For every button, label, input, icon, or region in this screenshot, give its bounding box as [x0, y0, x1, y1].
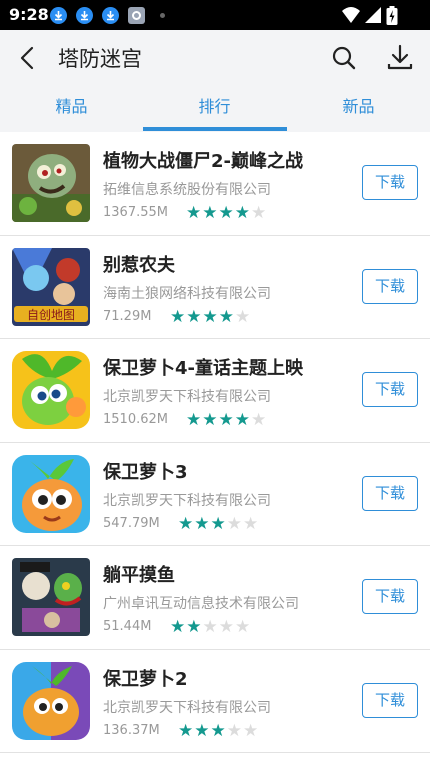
- download-icon: [387, 44, 413, 70]
- rating-stars: ★★★★★: [178, 720, 259, 741]
- star-empty-icon: ★: [243, 513, 259, 534]
- app-developer: 海南土狼网络科技有限公司: [103, 285, 271, 302]
- app-list-item[interactable]: 植物大战僵尸2-巅峰之战 拓维信息系统股份有限公司 1367.55M ★★★★★…: [0, 132, 430, 236]
- download-button[interactable]: 下载: [362, 475, 418, 511]
- star-empty-icon: ★: [202, 617, 218, 637]
- app-icon-bierenongfu: 自创地图: [12, 247, 90, 326]
- download-notification-icon: [76, 7, 93, 24]
- search-icon: [332, 46, 356, 70]
- app-size: 1510.62M: [103, 412, 168, 427]
- app-developer: 广州卓讯互动信息技术有限公司: [103, 596, 299, 612]
- star-filled-icon: ★: [186, 617, 202, 637]
- app-list-item[interactable]: 躺平摸鱼 广州卓讯互动信息技术有限公司 51.44M ★★★★★ 下载: [0, 546, 430, 650]
- star-filled-icon: ★: [186, 203, 202, 223]
- download-manager-button[interactable]: [384, 42, 416, 74]
- status-bar: 9:28: [0, 0, 430, 30]
- star-empty-icon: ★: [251, 410, 267, 430]
- app-icon-baoweiluobo4: [12, 351, 90, 429]
- star-empty-icon: ★: [235, 306, 251, 327]
- download-button[interactable]: 下载: [362, 579, 418, 614]
- back-arrow-icon: [20, 46, 34, 70]
- star-empty-icon: ★: [235, 617, 251, 637]
- app-size: 71.29M: [103, 308, 152, 324]
- tab-new[interactable]: 新品: [287, 86, 430, 132]
- star-filled-icon: ★: [202, 410, 218, 430]
- star-filled-icon: ★: [170, 617, 186, 637]
- app-list-item[interactable]: 保卫萝卜3 北京凯罗天下科技有限公司 547.79M ★★★★★ 下载: [0, 443, 430, 546]
- app-developer: 北京凯罗天下科技有限公司: [103, 492, 271, 509]
- rating-stars: ★★★★★: [178, 513, 259, 534]
- star-filled-icon: ★: [234, 410, 250, 430]
- star-empty-icon: ★: [226, 513, 242, 534]
- rating-stars: ★★★★★: [170, 617, 251, 637]
- star-filled-icon: ★: [194, 720, 210, 741]
- app-list: 植物大战僵尸2-巅峰之战 拓维信息系统股份有限公司 1367.55M ★★★★★…: [0, 132, 430, 753]
- tab-featured[interactable]: 精品: [0, 86, 143, 132]
- back-button[interactable]: [12, 42, 46, 74]
- star-filled-icon: ★: [202, 203, 218, 223]
- tab-bar: 精品 排行 新品: [0, 86, 430, 132]
- star-filled-icon: ★: [218, 306, 234, 327]
- page-title: 塔防迷宫: [58, 47, 142, 71]
- star-filled-icon: ★: [210, 720, 226, 741]
- star-filled-icon: ★: [178, 720, 194, 741]
- star-filled-icon: ★: [186, 306, 202, 327]
- rating-stars: ★★★★★: [170, 306, 251, 327]
- more-notifications-dot-icon: [160, 13, 165, 18]
- star-filled-icon: ★: [210, 513, 226, 534]
- app-name: 植物大战僵尸2-巅峰之战: [103, 151, 303, 172]
- app-icon-tangpingmoyu: [12, 558, 90, 636]
- app-size: 1367.55M: [103, 205, 168, 220]
- star-empty-icon: ★: [251, 203, 267, 223]
- star-filled-icon: ★: [186, 410, 202, 430]
- app-icon-pvz2: [12, 144, 90, 222]
- star-filled-icon: ★: [178, 513, 194, 534]
- app-icon-baoweiluobo3: [12, 454, 90, 533]
- app-name: 别惹农夫: [103, 254, 175, 276]
- app-bar: 塔防迷宫: [0, 30, 430, 86]
- app-list-item[interactable]: 自创地图 别惹农夫 海南土狼网络科技有限公司 71.29M ★★★★★ 下载: [0, 236, 430, 339]
- status-time: 9:28: [9, 5, 49, 24]
- app-size: 51.44M: [103, 619, 152, 634]
- app-list-item[interactable]: 保卫萝卜2 北京凯罗天下科技有限公司 136.37M ★★★★★ 下载: [0, 650, 430, 753]
- app-name: 保卫萝卜4-童话主题上映: [103, 358, 303, 379]
- app-developer: 北京凯罗天下科技有限公司: [103, 699, 271, 716]
- star-filled-icon: ★: [170, 306, 186, 327]
- active-tab-indicator: [143, 127, 287, 131]
- app-icon-baoweiluobo2: [12, 661, 90, 740]
- star-empty-icon: ★: [243, 720, 259, 741]
- app-list-item[interactable]: 保卫萝卜4-童话主题上映 北京凯罗天下科技有限公司 1510.62M ★★★★★…: [0, 339, 430, 443]
- svg-text:自创地图: 自创地图: [27, 308, 75, 322]
- download-button[interactable]: 下载: [362, 682, 418, 718]
- star-filled-icon: ★: [218, 410, 234, 430]
- search-button[interactable]: [328, 42, 360, 74]
- star-empty-icon: ★: [226, 720, 242, 741]
- rating-stars: ★★★★★: [186, 410, 267, 430]
- battery-charging-icon: [386, 6, 398, 25]
- signal-icon: [365, 7, 381, 23]
- download-button[interactable]: 下载: [362, 268, 418, 304]
- star-filled-icon: ★: [202, 306, 218, 327]
- app-name: 保卫萝卜2: [103, 668, 188, 690]
- star-filled-icon: ★: [234, 203, 250, 223]
- download-notification-icon: [102, 7, 119, 24]
- tab-ranking[interactable]: 排行: [143, 86, 286, 132]
- star-filled-icon: ★: [194, 513, 210, 534]
- download-notification-icon: [50, 7, 67, 24]
- app-name: 躺平摸鱼: [103, 565, 175, 586]
- star-empty-icon: ★: [218, 617, 234, 637]
- star-filled-icon: ★: [218, 203, 234, 223]
- download-button[interactable]: 下载: [362, 372, 418, 407]
- app-developer: 北京凯罗天下科技有限公司: [103, 389, 271, 405]
- app-size: 547.79M: [103, 515, 160, 531]
- app-name: 保卫萝卜3: [103, 461, 188, 483]
- wifi-icon: [342, 7, 360, 23]
- app-size: 136.37M: [103, 722, 160, 738]
- download-button[interactable]: 下载: [362, 165, 418, 200]
- app-notification-icon: [128, 7, 145, 24]
- app-developer: 拓维信息系统股份有限公司: [103, 182, 271, 198]
- rating-stars: ★★★★★: [186, 203, 267, 223]
